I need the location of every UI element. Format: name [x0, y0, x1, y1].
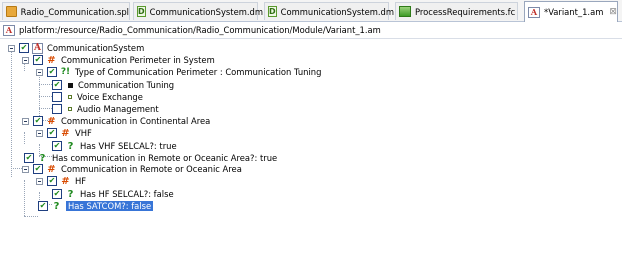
checkbox-checked[interactable]	[19, 43, 29, 53]
tree-node-label: Communication Perimeter in System	[61, 55, 215, 65]
hollow-dot-icon	[68, 95, 72, 99]
checkbox-checked[interactable]	[33, 55, 43, 65]
checkbox-unchecked[interactable]	[52, 104, 62, 114]
checkbox-checked[interactable]	[52, 141, 62, 151]
a-model-icon: A	[3, 24, 15, 36]
tree-node-label: Communication Tuning	[78, 80, 175, 90]
a-model-icon: A	[528, 6, 540, 18]
question-icon: ?	[67, 188, 74, 200]
tree-node-label: HF	[75, 176, 87, 186]
tree-node-voice-exchange[interactable]: Voice Exchange	[52, 91, 143, 103]
tab-label: CommunicationSystem.dm	[149, 6, 264, 17]
tree-node-label: Type of Communication Perimeter : Commun…	[75, 67, 322, 77]
tree-node-label-selected: Has SATCOM?: false	[66, 201, 154, 211]
tab-processrequirements-fc[interactable]: ProcessRequirements.fc	[395, 2, 518, 20]
a-model-icon: A	[32, 42, 43, 54]
grid-icon: #	[61, 127, 70, 139]
tree-node-label: Communication in Continental Area	[61, 116, 211, 126]
resource-path-bar: A platform:/resource/Radio_Communication…	[0, 22, 622, 39]
tree-node-has-hf-selcal[interactable]: ? Has HF SELCAL?: false	[52, 188, 174, 200]
tab-label: *Variant_1.am	[544, 7, 604, 17]
question-icon: ?	[39, 152, 46, 164]
tree-node-audio-management[interactable]: Audio Management	[52, 103, 159, 115]
checkbox-checked[interactable]	[38, 201, 48, 211]
question-icon: ?	[67, 140, 74, 152]
tree-node-label: VHF	[75, 128, 92, 138]
d-model-icon: D	[137, 6, 146, 17]
tree-node-vhf[interactable]: # VHF	[36, 127, 92, 139]
collapse-icon[interactable]	[36, 177, 43, 185]
grid-icon: #	[47, 54, 56, 66]
tree-node-has-satcom[interactable]: ? Has SATCOM?: false	[38, 200, 154, 212]
collapse-icon[interactable]	[36, 68, 43, 76]
d-model-icon: D	[268, 6, 277, 17]
collapse-icon[interactable]	[22, 165, 29, 173]
tab-label: ProcessRequirements.fc	[415, 6, 516, 17]
hollow-dot-icon	[68, 107, 72, 111]
checkbox-checked[interactable]	[33, 116, 43, 126]
tree-node-remote-oceanic-area[interactable]: # Communication in Remote or Oceanic Are…	[22, 163, 242, 175]
tree-node-has-vhf-selcal[interactable]: ? Has VHF SELCAL?: true	[52, 140, 177, 152]
question-icon: ?	[53, 200, 60, 212]
checkbox-checked[interactable]	[47, 176, 57, 186]
tree-node-label: Communication in Remote or Oceanic Area	[61, 164, 242, 174]
tree-node-label: Has HF SELCAL?: false	[80, 189, 174, 199]
checkbox-checked[interactable]	[47, 67, 57, 77]
tab-communicationsystem-dm-1[interactable]: D CommunicationSystem.dm	[133, 2, 263, 20]
tab-variant-1-am[interactable]: A *Variant_1.am ⊠	[524, 1, 618, 22]
grid-icon: #	[61, 175, 70, 187]
editor-tab-bar: Radio_Communication.spl D CommunicationS…	[0, 0, 622, 22]
tree-node-label: Has communication in Remote or Oceanic A…	[52, 153, 278, 163]
tree-node-continental-area[interactable]: # Communication in Continental Area	[22, 115, 210, 127]
checkbox-checked[interactable]	[52, 80, 62, 90]
collapse-icon[interactable]	[36, 129, 43, 137]
question-choice-icon: ?!	[60, 67, 71, 77]
checkbox-checked[interactable]	[47, 128, 57, 138]
feature-chart-icon	[399, 6, 411, 17]
tab-radio-communication-spl[interactable]: Radio_Communication.spl	[2, 2, 130, 20]
filled-dot-icon	[68, 82, 73, 88]
checkbox-unchecked[interactable]	[52, 92, 62, 102]
tree-node-label: Audio Management	[77, 104, 159, 114]
folder-icon	[6, 6, 17, 17]
tree-node-communication-tuning[interactable]: Communication Tuning	[52, 79, 174, 91]
checkbox-checked[interactable]	[24, 153, 34, 163]
grid-icon: #	[47, 163, 56, 175]
collapse-icon[interactable]	[22, 117, 29, 125]
resource-path: platform:/resource/Radio_Communication/R…	[19, 25, 381, 35]
grid-icon: #	[47, 115, 56, 127]
tab-label: Radio_Communication.spl	[20, 6, 129, 17]
tree-node-label: Voice Exchange	[77, 92, 143, 102]
tree-node-communicationsystem[interactable]: A CommunicationSystem	[8, 42, 144, 54]
collapse-icon[interactable]	[8, 44, 15, 52]
tree-node-hf[interactable]: # HF	[36, 175, 86, 187]
tree-node-type-of-communication-perimeter[interactable]: ?! Type of Communication Perimeter : Com…	[36, 66, 321, 78]
checkbox-checked[interactable]	[33, 164, 43, 174]
tree-node-label: CommunicationSystem	[47, 43, 145, 53]
collapse-icon[interactable]	[22, 56, 29, 64]
tab-label: CommunicationSystem.dm	[280, 6, 395, 17]
checkbox-checked[interactable]	[52, 189, 62, 199]
tree-node-label: Has VHF SELCAL?: true	[80, 141, 177, 151]
close-icon[interactable]: ⊠	[609, 7, 617, 17]
tab-communicationsystem-dm-2[interactable]: D CommunicationSystem.dm	[264, 2, 394, 20]
tree-node-communication-perimeter[interactable]: # Communication Perimeter in System	[22, 54, 215, 66]
